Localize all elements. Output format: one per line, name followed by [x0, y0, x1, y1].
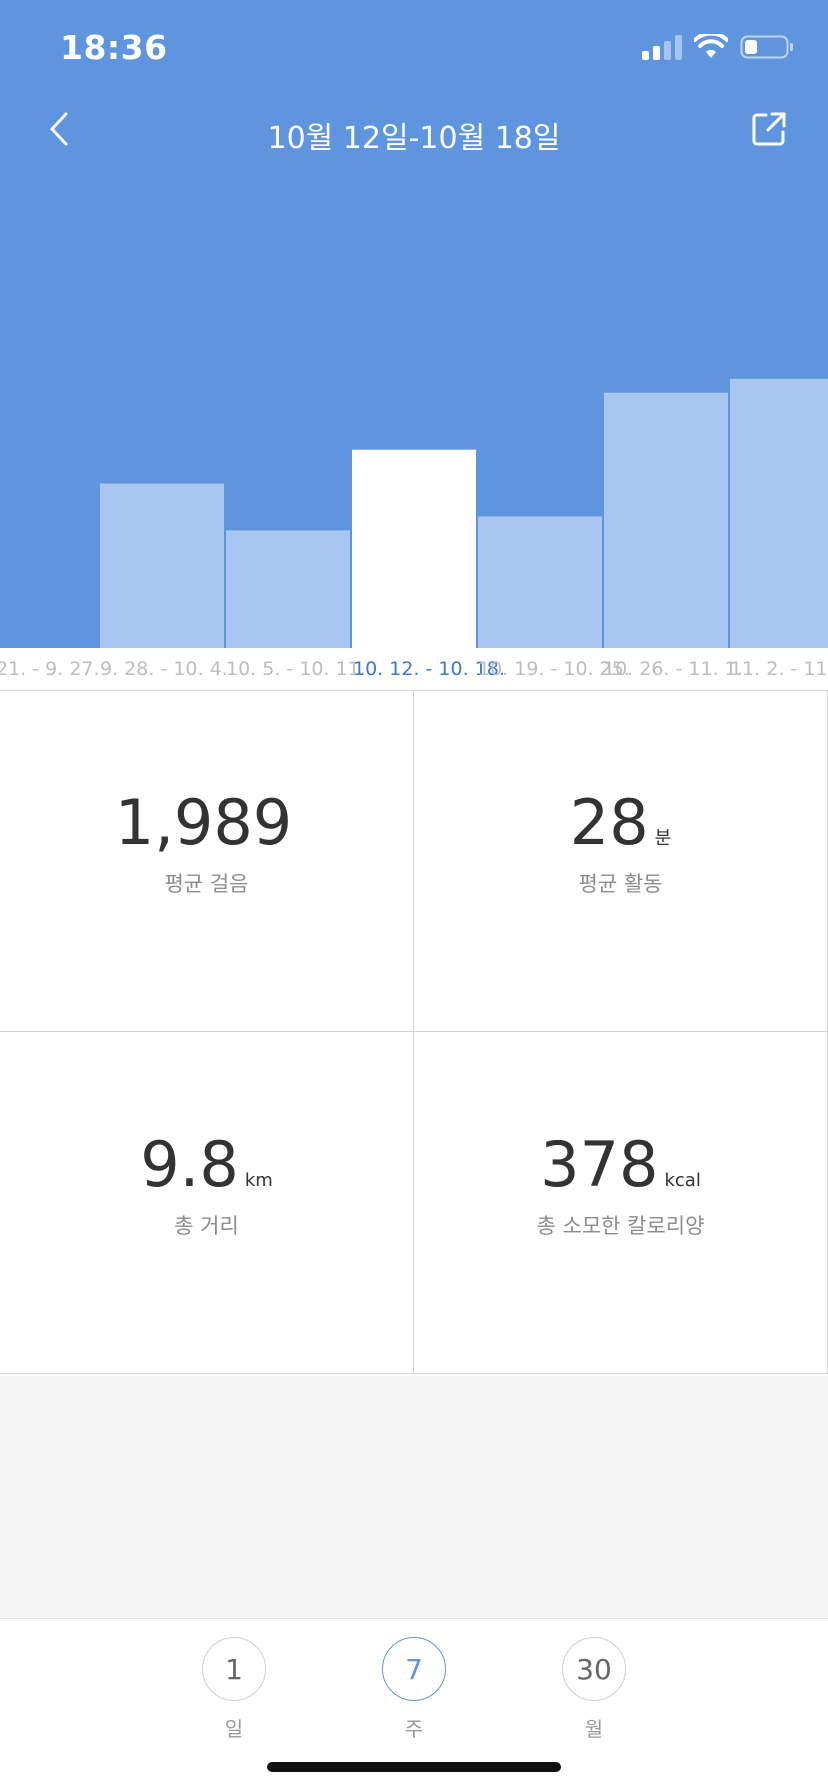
stats-grid: 1,989 평균 걸음 28 분 평균 활동 9.8 km 총 거리 378 kcal…	[0, 690, 828, 1376]
chart-bar-7[interactable]	[730, 378, 828, 648]
period-circle: 30	[562, 1637, 626, 1701]
chart-bar-4[interactable]	[352, 449, 476, 648]
period-month-button[interactable]: 30 월	[560, 1637, 628, 1742]
stat-average-activity: 28 분 평균 활동	[414, 690, 828, 1032]
chart-bar-6[interactable]	[604, 392, 728, 648]
share-button[interactable]	[750, 110, 788, 148]
chart-bar-5[interactable]	[478, 516, 602, 648]
wifi-icon	[694, 34, 728, 58]
status-icons	[642, 34, 794, 60]
x-tick-label[interactable]: 21. - 9. 27.	[0, 658, 100, 680]
stat-value: 28	[569, 786, 649, 859]
divider	[0, 690, 828, 691]
period-label: 주	[404, 1717, 424, 1741]
status-time: 18:36	[60, 28, 168, 67]
stat-value: 378	[540, 1128, 659, 1201]
stat-unit: km	[244, 1170, 273, 1191]
stat-label: 총 거리	[174, 1214, 239, 1238]
stat-value: 9.8	[140, 1128, 239, 1201]
stat-average-steps: 1,989 평균 걸음	[0, 690, 414, 1032]
chart-x-axis-labels: 21. - 9. 27. 9. 28. - 10. 4. 10. 5. - 10. …	[0, 648, 828, 690]
cellular-signal-icon	[642, 34, 682, 60]
status-bar: 18:36	[0, 0, 828, 96]
page-title: 10월 12일-10월 18일	[267, 121, 561, 156]
stat-label: 평균 활동	[578, 872, 663, 896]
chart-bar-2[interactable]	[100, 483, 224, 648]
period-label: 일	[224, 1717, 244, 1741]
period-circle: 7	[382, 1637, 446, 1701]
period-day-button[interactable]: 1 일	[200, 1637, 268, 1742]
stat-label: 총 소모한 칼로리양	[536, 1214, 705, 1238]
stat-label: 평균 걸음	[164, 872, 249, 896]
stat-value: 1,989	[114, 786, 293, 859]
nav-bar: 10월 12일-10월 18일	[0, 96, 828, 166]
period-label: 월	[584, 1717, 604, 1741]
battery-icon	[740, 35, 793, 59]
header: 18:36 10월 12일-10월 18일	[0, 0, 828, 648]
stat-total-calories: 378 kcal 총 소모한 칼로리양	[414, 1032, 828, 1374]
period-circle: 1	[202, 1637, 266, 1701]
x-tick-label[interactable]: 10. 26. - 11. 1.	[603, 658, 743, 680]
home-indicator	[267, 1762, 561, 1772]
stat-total-distance: 9.8 km 총 거리	[0, 1032, 414, 1374]
x-tick-label[interactable]: 11. 2. - 11.	[730, 658, 828, 680]
x-tick-label[interactable]: 10. 5. - 10. 11.	[226, 658, 366, 680]
chart-bar-3[interactable]	[226, 530, 350, 648]
stat-unit: kcal	[664, 1170, 701, 1191]
x-tick-label[interactable]: 9. 28. - 10. 4.	[100, 658, 228, 680]
stat-unit: 분	[654, 828, 672, 849]
period-week-button[interactable]: 7 주	[380, 1637, 448, 1742]
